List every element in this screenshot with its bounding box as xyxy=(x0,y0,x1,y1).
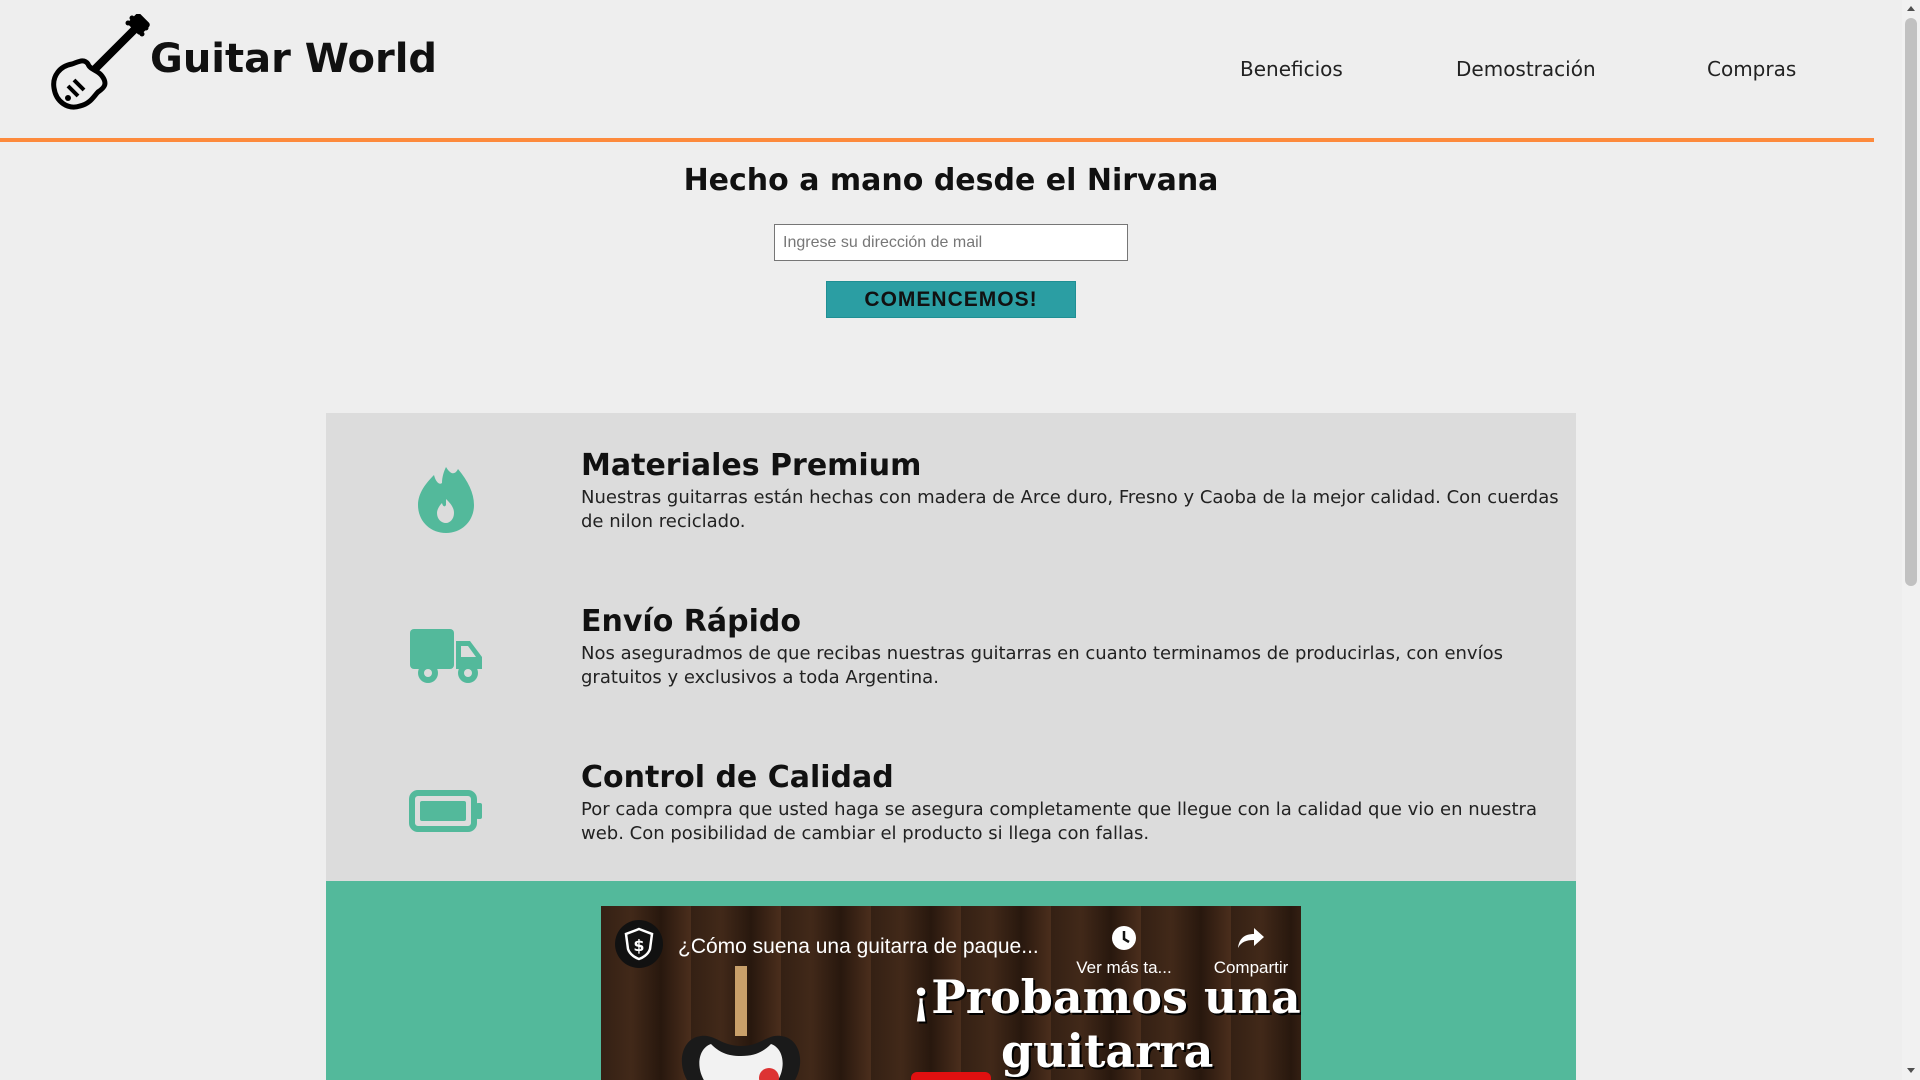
youtube-play-button[interactable] xyxy=(911,1072,991,1080)
battery-full-icon xyxy=(409,790,482,832)
channel-logo[interactable]: $ xyxy=(615,920,663,968)
video-title[interactable]: ¿Cómo suena una guitarra de paque... xyxy=(678,935,1039,959)
shield-icon: $ xyxy=(624,927,654,961)
feature-title: Materiales Premium xyxy=(581,448,922,483)
feature-item: Materiales Premium Nuestras guitarras es… xyxy=(326,413,1576,563)
brand-name: Guitar World xyxy=(150,36,438,82)
nav-link-demostracion[interactable]: Demostración xyxy=(1456,57,1596,81)
feature-description: Por cada compra que usted haga se asegur… xyxy=(581,799,1537,844)
feature-description: Nos aseguradmos de que recibas nuestras … xyxy=(581,643,1503,688)
guitar-icon[interactable] xyxy=(50,14,150,112)
start-button[interactable]: COMENCEMOS! xyxy=(826,281,1076,318)
scroll-up-arrow-icon[interactable] xyxy=(1907,6,1915,11)
video-section: $ ¿Cómo suena una guitarra de paque... V… xyxy=(326,881,1576,1080)
nav-link-beneficios[interactable]: Beneficios xyxy=(1240,57,1343,81)
site-header: Guitar World Beneficios Demostración Com… xyxy=(0,0,1874,142)
feature-item: Control de Calidad Por cada compra que u… xyxy=(326,725,1576,875)
share-icon xyxy=(1238,928,1264,948)
nav-link-compras[interactable]: Compras xyxy=(1707,57,1796,81)
features-section: Materiales Premium Nuestras guitarras es… xyxy=(326,413,1576,881)
feature-item: Envío Rápido Nos aseguradmos de que reci… xyxy=(326,569,1576,719)
feature-description: Nuestras guitarras están hechas con made… xyxy=(581,487,1559,532)
vertical-scrollbar[interactable] xyxy=(1902,0,1920,1080)
feature-title: Control de Calidad xyxy=(581,760,894,795)
truck-icon xyxy=(410,629,482,683)
clock-icon xyxy=(1112,926,1136,950)
feature-title: Envío Rápido xyxy=(581,604,801,639)
svg-text:$: $ xyxy=(633,936,644,955)
hero-title: Hecho a mano desde el Nirvana xyxy=(683,163,1219,198)
scroll-down-arrow-icon[interactable] xyxy=(1907,1068,1915,1073)
video-player[interactable]: $ ¿Cómo suena una guitarra de paque... V… xyxy=(601,906,1301,1080)
guitar-image xyxy=(682,966,800,1080)
scrollbar-thumb[interactable] xyxy=(1905,18,1917,586)
promo-text-line2: guitarra xyxy=(1001,1024,1214,1078)
fire-icon xyxy=(418,467,474,533)
email-input[interactable] xyxy=(774,224,1128,261)
promo-text-line1: ¡Probamos una xyxy=(911,970,1301,1024)
